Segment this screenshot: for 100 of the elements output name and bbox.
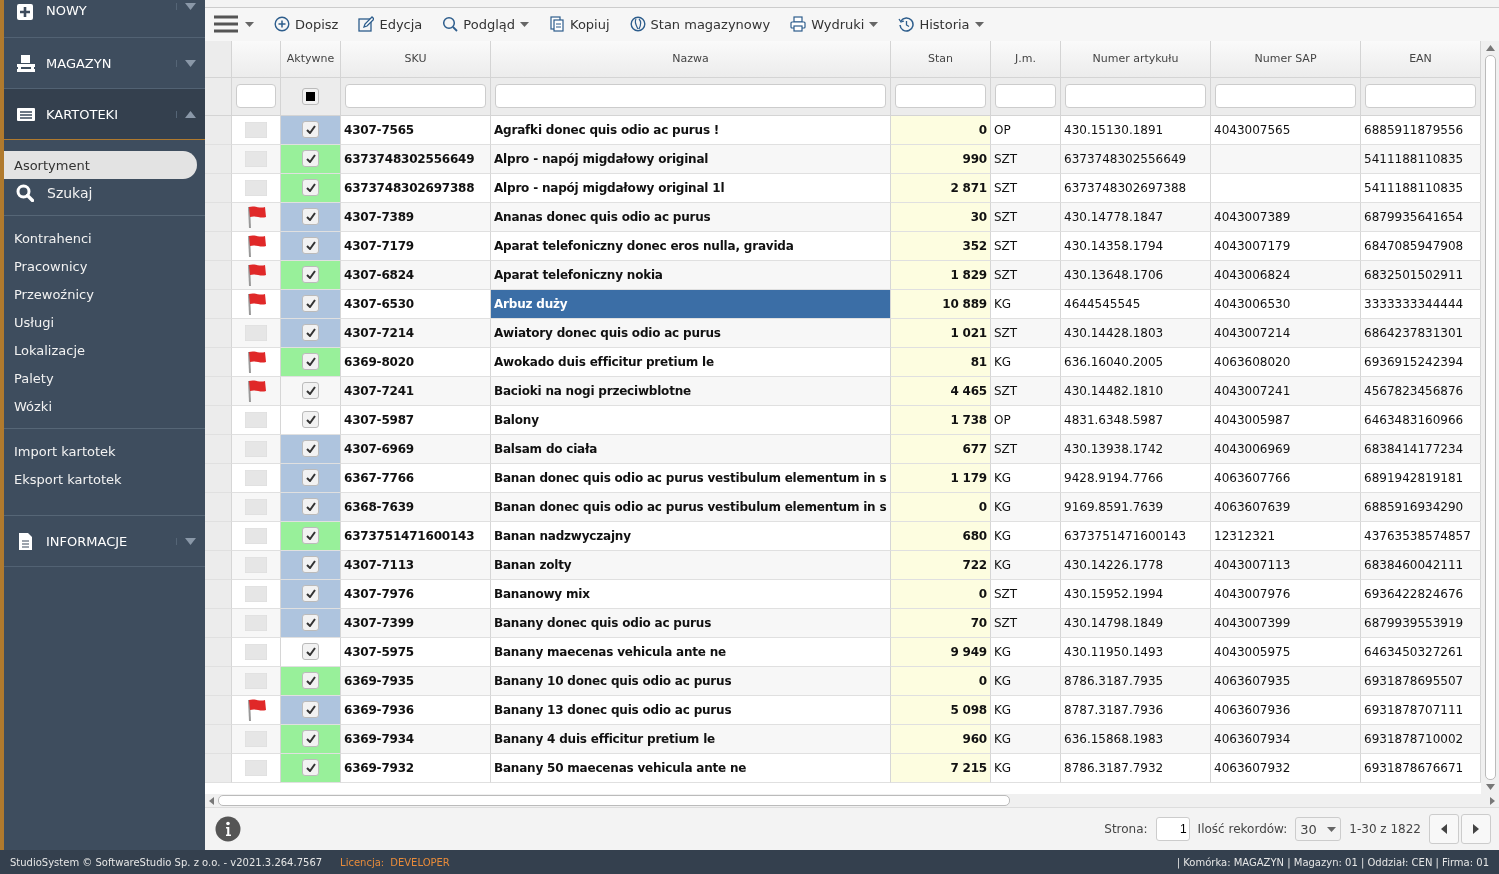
sidebar-item[interactable]: Eksport kartotek	[4, 465, 197, 493]
filter-field[interactable]	[1065, 84, 1206, 109]
filter-checkbox[interactable]	[302, 87, 319, 105]
table-cell: 6369-7935	[341, 666, 491, 696]
column-header[interactable]: Numer SAP	[1211, 40, 1361, 78]
filter-field[interactable]	[1215, 84, 1356, 109]
table-cell: 6368-7639	[341, 492, 491, 522]
table-cell[interactable]: Banany donec quis odio ac purus	[491, 608, 891, 638]
filter-field[interactable]	[895, 84, 986, 109]
table-cell[interactable]: Ananas donec quis odio ac purus	[491, 202, 891, 232]
checkbox[interactable]	[302, 730, 319, 748]
page-field[interactable]: 1	[1155, 817, 1190, 841]
table-cell: SZT	[991, 376, 1061, 406]
table-cell[interactable]: Bacioki na nogi przeciwblotne	[491, 376, 891, 406]
sidebar-item[interactable]: Usługi	[4, 308, 197, 336]
checkbox[interactable]	[302, 208, 319, 226]
table-cell[interactable]: Aparat telefoniczny nokia	[491, 260, 891, 290]
toolbar-button[interactable]: Historia	[898, 16, 984, 33]
column-header[interactable]: J.m.	[991, 40, 1061, 78]
toolbar-button[interactable]: Dopisz	[274, 16, 339, 33]
sidebar-item[interactable]: Asortyment	[4, 151, 197, 179]
checkbox[interactable]	[302, 324, 319, 342]
sidebar-item[interactable]: Wózki	[4, 392, 197, 420]
table-cell[interactable]: Balony	[491, 405, 891, 435]
table-cell: 3333333344444	[1361, 289, 1481, 319]
checkbox[interactable]	[302, 150, 319, 168]
table-cell: 6369-7936	[341, 695, 491, 725]
table-cell[interactable]: Banany 13 donec quis odio ac purus	[491, 695, 891, 725]
table-cell[interactable]: Alpro - napój migdałowy original 1l	[491, 173, 891, 203]
check-icon	[305, 763, 316, 773]
next-page-button[interactable]	[1461, 814, 1491, 844]
sidebar-item[interactable]: Lokalizacje	[4, 336, 197, 364]
filter-field[interactable]	[236, 84, 276, 109]
table-cell[interactable]: Banany 4 duis efficitur pretium le	[491, 724, 891, 754]
toolbar-button[interactable]: Podgląd	[442, 16, 529, 33]
table-cell[interactable]: Arbuz duży	[491, 289, 891, 319]
table-cell[interactable]: Banany maecenas vehicula ante ne	[491, 637, 891, 667]
checkbox[interactable]	[302, 498, 319, 516]
checkbox[interactable]	[302, 585, 319, 603]
table-cell[interactable]: Aparat telefoniczny donec eros nulla, gravida	[491, 231, 891, 261]
checkbox[interactable]	[302, 556, 319, 574]
filter-field[interactable]	[1365, 84, 1476, 109]
column-header[interactable]: Aktywne	[281, 40, 341, 78]
table-cell[interactable]: Bananowy mix	[491, 579, 891, 609]
checkbox[interactable]	[302, 469, 319, 487]
table-cell[interactable]: Alpro - napój migdałowy original	[491, 144, 891, 174]
checkbox[interactable]	[302, 672, 319, 690]
sidebar-item[interactable]: Kontrahenci	[4, 224, 197, 252]
column-header[interactable]: Numer artykułu	[1061, 40, 1211, 78]
table-cell[interactable]: Balsam do ciała	[491, 434, 891, 464]
table-cell: 6373751471600143	[1061, 521, 1211, 551]
checkbox[interactable]	[302, 266, 319, 284]
checkbox[interactable]	[302, 237, 319, 255]
filter-field[interactable]	[995, 84, 1056, 109]
table-cell: OP	[991, 115, 1061, 145]
menu-section[interactable]: INFORMACJE	[4, 516, 205, 567]
table-cell: 4307-5987	[341, 405, 491, 435]
table-cell[interactable]: Banan zolty	[491, 550, 891, 580]
column-header[interactable]: EAN	[1361, 40, 1481, 78]
sidebar-item[interactable]: Szukaj	[4, 179, 197, 207]
table-cell[interactable]: Banany 10 donec quis odio ac purus	[491, 666, 891, 696]
checkbox[interactable]	[302, 759, 319, 777]
column-header[interactable]: Stan	[891, 40, 991, 78]
sidebar-item[interactable]: Przewoźnicy	[4, 280, 197, 308]
filter-field[interactable]	[345, 84, 486, 109]
table-cell[interactable]: Awiatory donec quis odio ac purus	[491, 318, 891, 348]
table-cell[interactable]: Banan donec quis odio ac purus vestibulum elementum in s	[491, 492, 891, 522]
table-cell[interactable]: Awokado duis efficitur pretium le	[491, 347, 891, 377]
sidebar-item[interactable]: Import kartotek	[4, 437, 197, 465]
menu-button[interactable]	[213, 14, 254, 35]
checkbox[interactable]	[302, 701, 319, 719]
sidebar-item[interactable]: Palety	[4, 364, 197, 392]
table-cell: KG	[991, 347, 1061, 377]
toolbar-button[interactable]: Edycja	[358, 16, 423, 33]
check-icon	[305, 125, 316, 135]
table-cell[interactable]: Banan nadzwyczajny	[491, 521, 891, 551]
table-cell[interactable]: Agrafki donec quis odio ac purus !	[491, 115, 891, 145]
table-cell[interactable]: Banan donec quis odio ac purus vestibulum elementum in s	[491, 463, 891, 493]
previous-page-button[interactable]	[1429, 814, 1459, 844]
checkbox[interactable]	[302, 353, 319, 371]
checkbox[interactable]	[302, 643, 319, 661]
sidebar-item[interactable]: Pracownicy	[4, 252, 197, 280]
checkbox[interactable]	[302, 527, 319, 545]
menu-section[interactable]: NOWY	[4, 0, 205, 38]
page-size-dropdown[interactable]: 30	[1295, 817, 1342, 841]
checkbox[interactable]	[302, 614, 319, 632]
checkbox[interactable]	[302, 411, 319, 429]
filter-field[interactable]	[495, 84, 886, 109]
checkbox[interactable]	[302, 295, 319, 313]
menu-section[interactable]: KARTOTEKI	[4, 89, 205, 140]
column-header[interactable]: SKU	[341, 40, 491, 78]
toolbar-button[interactable]: Wydruki	[790, 16, 879, 33]
toolbar-button[interactable]: Stan magazynowy	[629, 16, 771, 33]
checkbox[interactable]	[302, 382, 319, 400]
checkbox[interactable]	[302, 121, 319, 139]
checkbox[interactable]	[302, 179, 319, 197]
toolbar-button[interactable]: Kopiuj	[549, 16, 610, 33]
checkbox[interactable]	[302, 440, 319, 458]
column-header[interactable]: Nazwa	[491, 40, 891, 78]
table-cell[interactable]: Banany 50 maecenas vehicula ante ne	[491, 753, 891, 783]
